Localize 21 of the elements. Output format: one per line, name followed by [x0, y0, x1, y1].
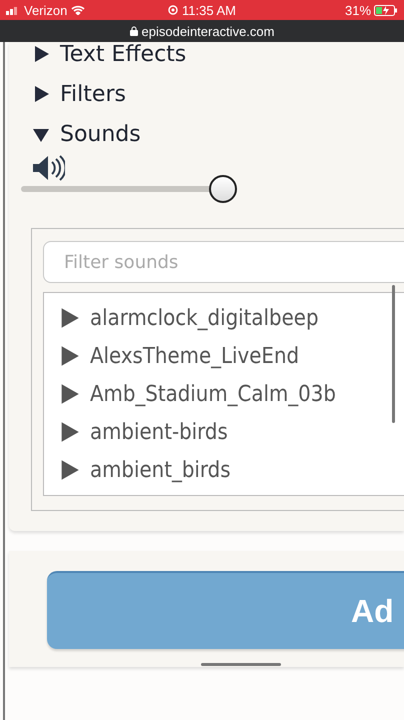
filter-field[interactable]: Filter sounds: [43, 241, 404, 283]
sound-item[interactable]: ambient_birds: [58, 451, 404, 489]
speaker-icon[interactable]: [31, 154, 65, 182]
alarm-icon: [168, 5, 178, 15]
sound-item[interactable]: ambient-birds: [58, 413, 404, 451]
battery-percent: 31%: [344, 2, 372, 18]
section-header[interactable]: Sounds: [17, 114, 404, 154]
battery-icon: [374, 4, 398, 16]
section-header[interactable]: Filters: [17, 74, 404, 114]
clock-time: 11:35 AM: [182, 2, 236, 18]
caret-right-icon: [32, 85, 50, 103]
scrollbar[interactable]: [392, 285, 395, 423]
sound-item[interactable]: AlexsTheme_LiveEnd: [58, 337, 404, 375]
lock-icon: [130, 26, 138, 36]
sound-item[interactable]: Amb_Stadium_Calm_03b: [58, 375, 404, 413]
slider-thumb[interactable]: [208, 175, 237, 203]
signal-icon: [6, 5, 20, 15]
caret-right-icon: [32, 45, 50, 63]
sound-item[interactable]: alarmclock_digitalbeep: [58, 299, 404, 337]
carrier-name: Verizon: [24, 2, 68, 18]
wifi-icon: [71, 5, 86, 15]
